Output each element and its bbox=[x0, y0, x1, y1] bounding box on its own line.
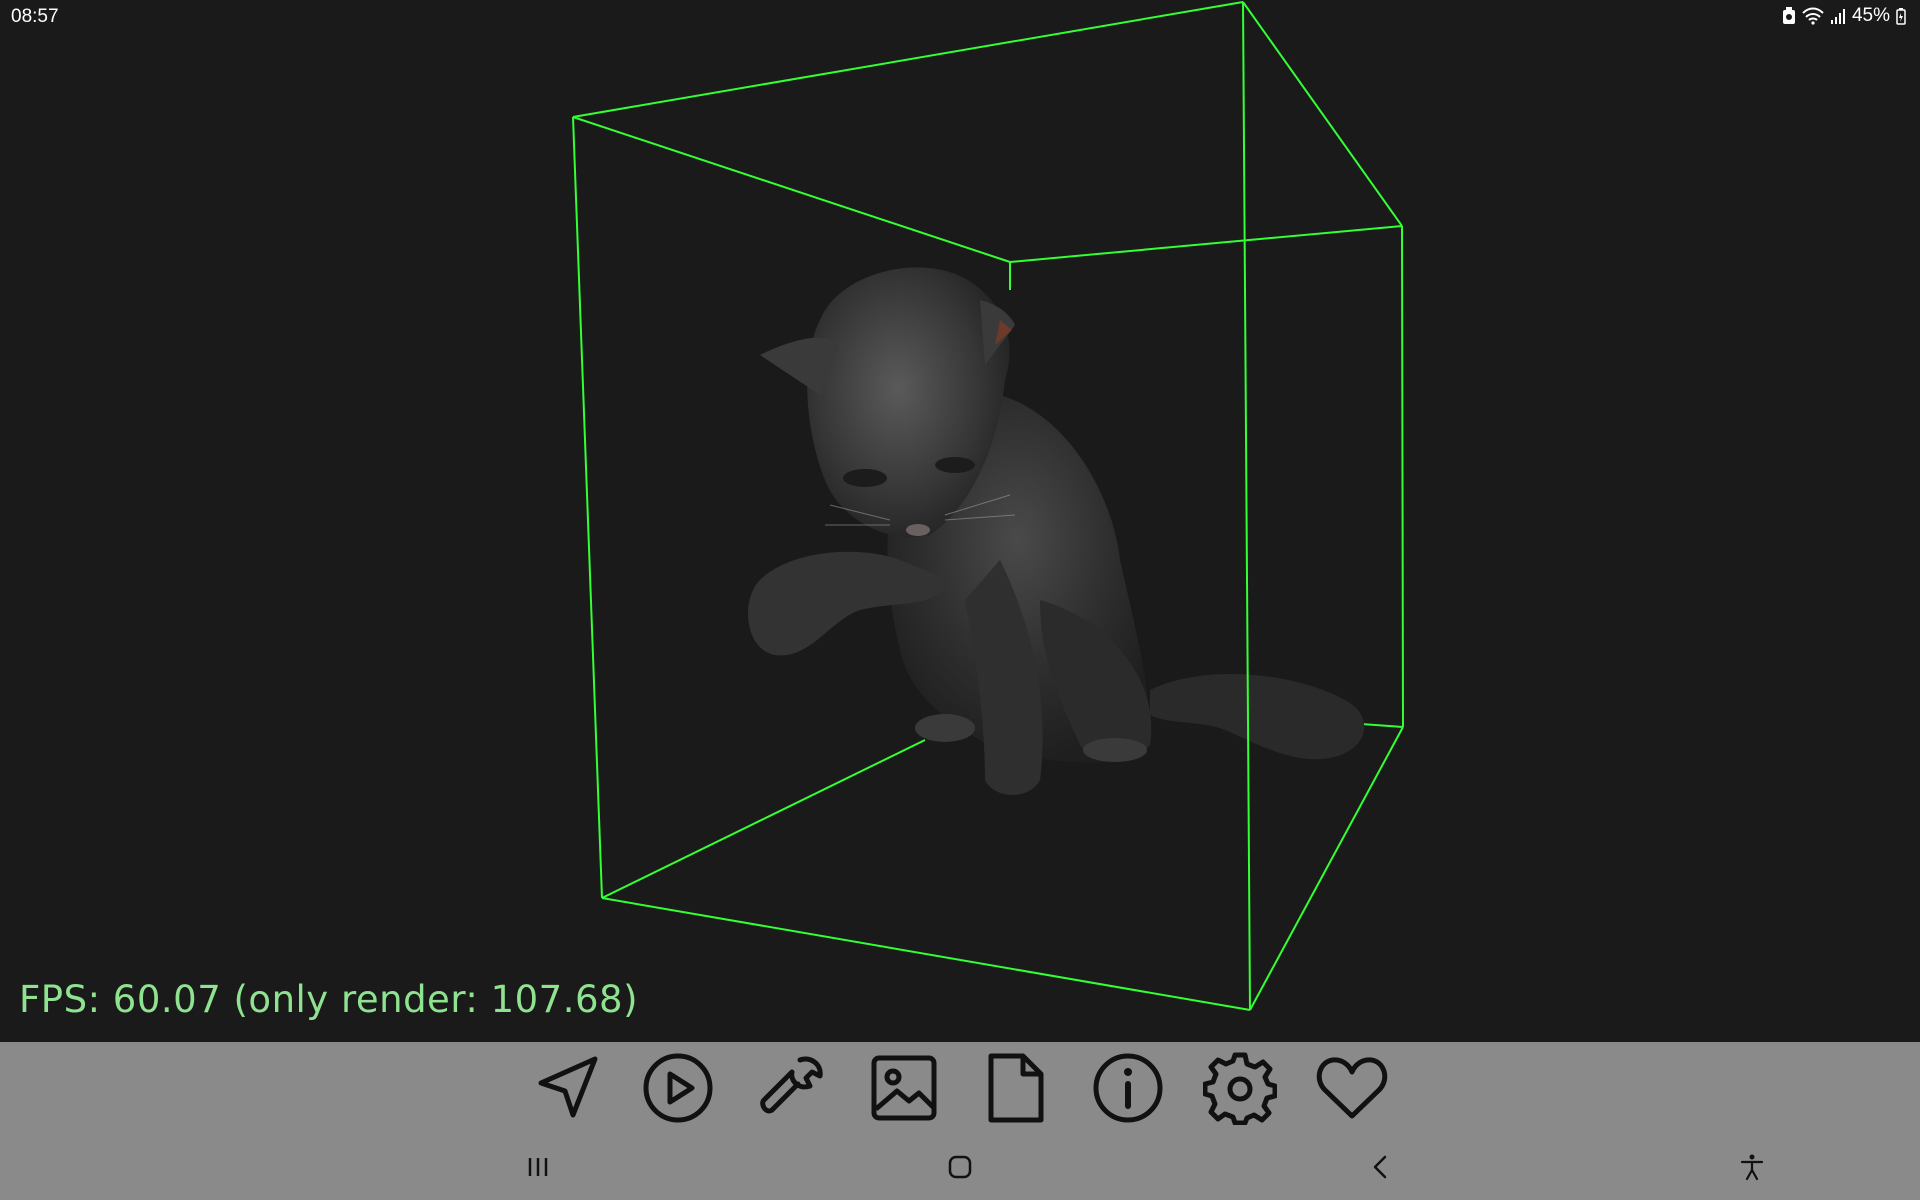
image-icon bbox=[869, 1053, 939, 1123]
heart-icon bbox=[1315, 1054, 1389, 1122]
favorite-button[interactable] bbox=[1312, 1050, 1392, 1126]
battery-saver-icon bbox=[1782, 7, 1796, 25]
home-button[interactable] bbox=[930, 1144, 990, 1190]
status-time: 08:57 bbox=[11, 6, 59, 27]
wrench-icon bbox=[756, 1052, 828, 1124]
file-button[interactable] bbox=[976, 1050, 1056, 1126]
back-icon bbox=[1370, 1154, 1390, 1180]
info-icon bbox=[1092, 1052, 1164, 1124]
fps-counter: FPS: 60.07 (only render: 107.68) bbox=[19, 978, 639, 1021]
battery-percent: 45% bbox=[1851, 5, 1890, 26]
wifi-icon bbox=[1802, 7, 1824, 25]
3d-viewport[interactable] bbox=[0, 0, 1920, 1042]
scene-canvas[interactable] bbox=[0, 0, 1920, 1042]
navigation-arrow-icon bbox=[533, 1053, 603, 1123]
cat-model bbox=[748, 267, 1365, 795]
file-icon bbox=[985, 1052, 1047, 1124]
back-button[interactable] bbox=[1350, 1144, 1410, 1190]
home-icon bbox=[947, 1154, 973, 1180]
recent-apps-button[interactable] bbox=[508, 1144, 568, 1190]
play-button[interactable] bbox=[638, 1050, 718, 1126]
accessibility-icon bbox=[1740, 1153, 1764, 1181]
battery-icon bbox=[1896, 7, 1906, 25]
screenshot-button[interactable] bbox=[864, 1050, 944, 1126]
recent-apps-icon bbox=[526, 1156, 550, 1178]
system-nav-bar bbox=[0, 1134, 1920, 1200]
status-icons: 45% bbox=[1782, 5, 1906, 27]
status-bar: 08:57 45% bbox=[0, 0, 1920, 34]
tools-button[interactable] bbox=[752, 1050, 832, 1126]
navigate-button[interactable] bbox=[528, 1050, 608, 1126]
play-circle-icon bbox=[642, 1052, 714, 1124]
info-button[interactable] bbox=[1088, 1050, 1168, 1126]
bottom-toolbar bbox=[0, 1042, 1920, 1134]
signal-icon bbox=[1830, 7, 1846, 25]
settings-button[interactable] bbox=[1200, 1050, 1280, 1126]
gear-icon bbox=[1203, 1051, 1277, 1125]
accessibility-button[interactable] bbox=[1722, 1144, 1782, 1190]
